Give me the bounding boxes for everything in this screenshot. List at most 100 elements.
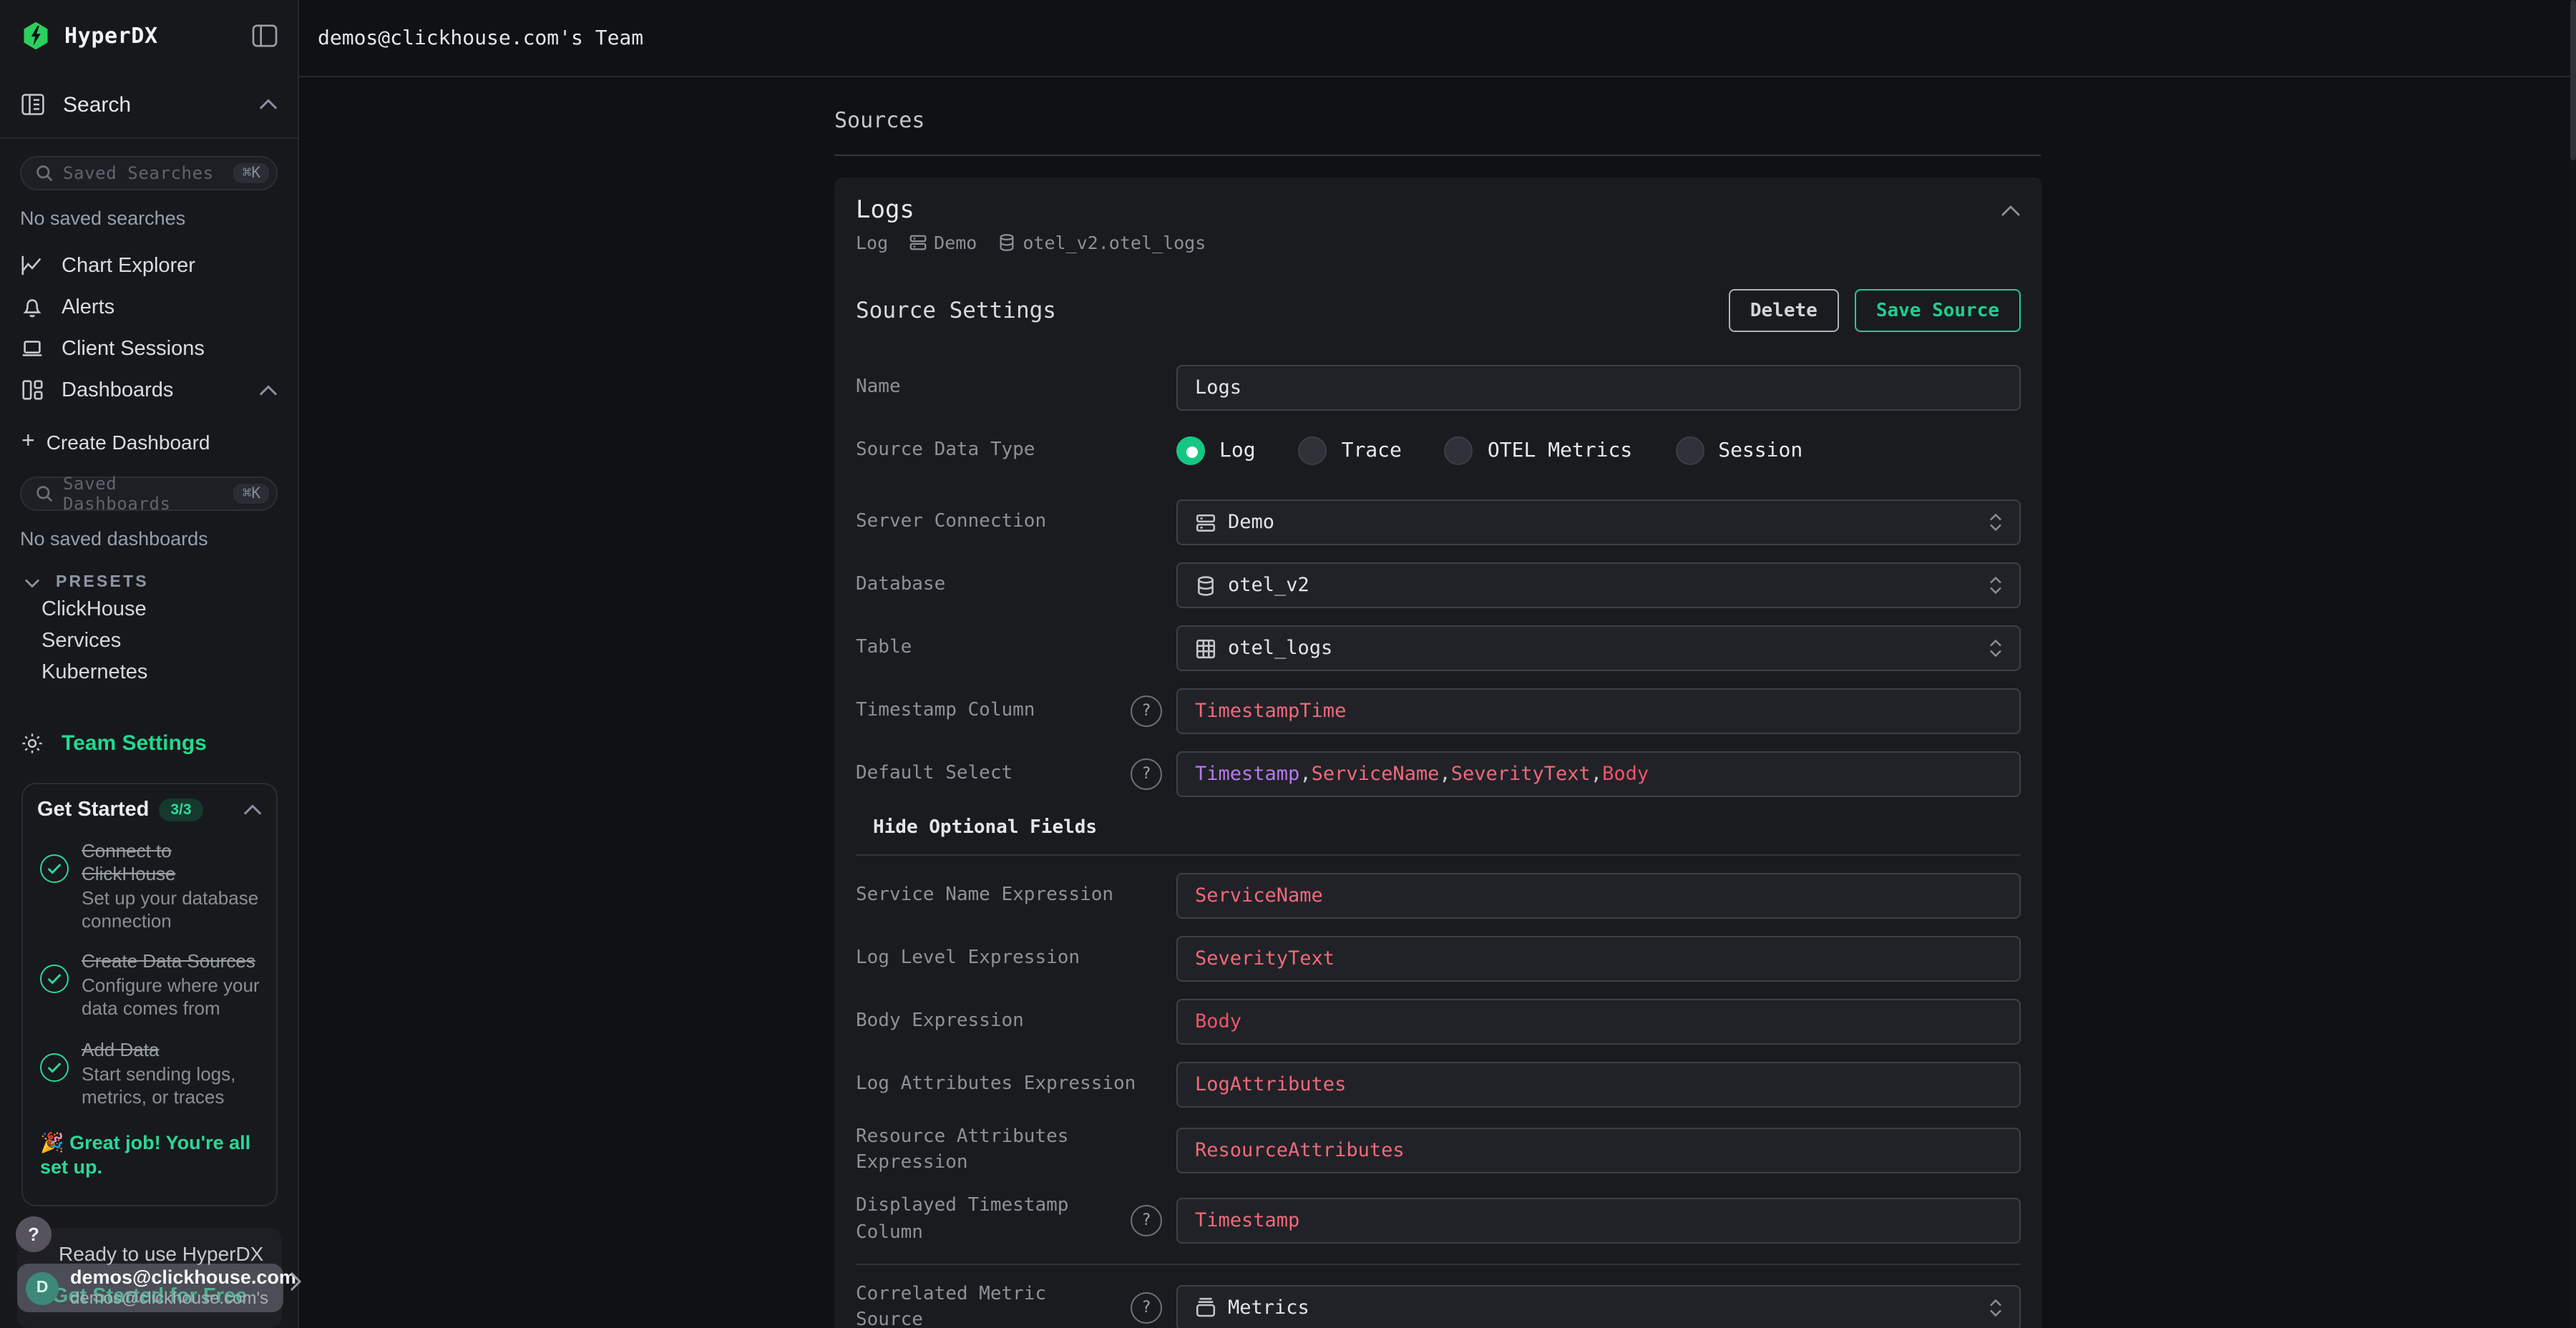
field-label: Body Expression	[856, 1009, 1162, 1035]
table-icon	[1195, 638, 1216, 659]
timestamp-column-input[interactable]: TimestampTime	[1176, 688, 2021, 734]
correlated-metric-select[interactable]: Metrics	[1176, 1285, 2021, 1328]
saved-dashboards-input[interactable]: Saved Dashboards ⌘K	[20, 477, 278, 511]
source-settings-heading: Source Settings	[856, 298, 1729, 323]
form-row-timestamp-column: Timestamp Column ? TimestampTime	[856, 688, 2021, 734]
step-description: Set up your database connection	[82, 887, 262, 932]
get-started-card: Get Started 3/3 Connect to ClickHouse Se…	[21, 783, 278, 1206]
form-row-service-name: Service Name Expression ServiceName	[856, 873, 2021, 919]
preset-item-kubernetes[interactable]: Kubernetes	[0, 657, 298, 688]
get-started-step-add-data[interactable]: Add Data Start sending logs, metrics, or…	[37, 1039, 262, 1108]
save-source-button[interactable]: Save Source	[1855, 289, 2021, 332]
sidebar-item-label: Alerts	[62, 296, 278, 318]
field-label: Server Connection	[856, 509, 1162, 535]
displayed-timestamp-input[interactable]: Timestamp	[1176, 1197, 2021, 1243]
form-row-default-select: Default Select ? Timestamp,ServiceName,S…	[856, 751, 2021, 797]
step-title: Add Data	[82, 1039, 262, 1062]
default-select-input[interactable]: Timestamp,ServiceName,SeverityText,Body	[1176, 751, 2021, 797]
radio-session[interactable]: Session	[1675, 436, 1802, 465]
log-attributes-input[interactable]: LogAttributes	[1176, 1062, 2021, 1108]
user-team: demos@clickhouse.com's	[70, 1289, 296, 1309]
sidebar-item-label: Client Sessions	[62, 337, 278, 360]
sidebar-item-label: Search	[63, 92, 242, 117]
collapse-sidebar-icon[interactable]	[252, 24, 278, 47]
log-level-input[interactable]: SeverityText	[1176, 936, 2021, 982]
sidebar-item-client-sessions[interactable]: Client Sessions	[0, 328, 298, 369]
saved-searches-input[interactable]: Saved Searches ⌘K	[20, 156, 278, 190]
database-select[interactable]: otel_v2	[1176, 562, 2021, 608]
gear-icon	[20, 731, 44, 755]
field-label: Name	[856, 375, 1162, 401]
form-row-server-connection: Server Connection Demo	[856, 499, 2021, 545]
body-expression-input[interactable]: Body	[1176, 999, 2021, 1045]
field-label: Displayed Timestamp Column	[856, 1194, 1131, 1246]
sidebar-item-alerts[interactable]: Alerts	[0, 286, 298, 328]
collapse-panel-chevron-icon[interactable]	[2001, 204, 2021, 217]
help-icon[interactable]: ?	[1131, 758, 1162, 790]
laptop-icon	[20, 336, 44, 361]
check-circle-icon	[40, 965, 69, 994]
help-icon[interactable]: ?	[1131, 1204, 1162, 1236]
select-chevrons-icon	[1989, 575, 2002, 595]
scrollbar-thumb[interactable]	[2570, 0, 2576, 160]
step-title: Connect to ClickHouse	[82, 840, 262, 885]
chevron-right-icon[interactable]	[289, 1271, 302, 1292]
sidebar-item-chart-explorer[interactable]: Chart Explorer	[0, 245, 298, 286]
no-saved-searches-text: No saved searches	[20, 208, 298, 233]
preset-item-services[interactable]: Services	[0, 625, 298, 657]
radio-selected-icon	[1176, 436, 1205, 465]
presets-toggle[interactable]: PRESETS	[0, 571, 298, 594]
help-button[interactable]: ?	[16, 1216, 52, 1252]
field-label: Default Select	[856, 761, 1131, 787]
shortcut-badge: ⌘K	[234, 484, 269, 504]
chevron-up-icon[interactable]	[259, 384, 278, 396]
onboarding-popover-title: Ready to use HyperDX	[17, 1228, 282, 1265]
name-input[interactable]: Logs	[1176, 365, 2021, 411]
resource-attributes-input[interactable]: ResourceAttributes	[1176, 1128, 2021, 1173]
help-icon[interactable]: ?	[1131, 695, 1162, 727]
dashboards-icon	[20, 378, 44, 402]
server-connection-select[interactable]: Demo	[1176, 499, 2021, 545]
get-started-complete-message: 🎉 Great job! You're all set up.	[37, 1130, 262, 1180]
presets-label: PRESETS	[56, 574, 149, 591]
get-started-step-connect[interactable]: Connect to ClickHouse Set up your databa…	[37, 840, 262, 932]
logo-row: HyperDX	[0, 0, 298, 72]
table-select[interactable]: otel_logs	[1176, 625, 2021, 671]
radio-trace[interactable]: Trace	[1299, 436, 1402, 465]
sidebar-item-search[interactable]: Search	[0, 72, 298, 139]
shortcut-badge: ⌘K	[234, 163, 269, 184]
scrollbar[interactable]	[2570, 0, 2576, 1328]
radio-otel-metrics[interactable]: OTEL Metrics	[1445, 436, 1632, 465]
database-icon	[997, 233, 1015, 251]
select-chevrons-icon	[1989, 638, 2002, 658]
preset-item-clickhouse[interactable]: ClickHouse	[0, 594, 298, 625]
chevron-up-icon[interactable]	[243, 804, 262, 816]
source-panel: Logs Log Demo otel_v2.otel_logs Source S…	[834, 177, 2042, 1328]
divider	[856, 854, 2021, 856]
hide-optional-fields-toggle[interactable]: Hide Optional Fields	[873, 817, 2021, 843]
get-started-step-sources[interactable]: Create Data Sources Configure where your…	[37, 951, 262, 1020]
team-settings-label: Team Settings	[62, 731, 207, 755]
sidebar-item-team-settings[interactable]: Team Settings	[0, 726, 298, 760]
radio-icon	[1675, 436, 1704, 465]
chevron-up-icon[interactable]	[259, 99, 278, 110]
sidebar-item-dashboards[interactable]: Dashboards	[0, 369, 298, 411]
form-row-displayed-timestamp: Displayed Timestamp Column ? Timestamp	[856, 1194, 2021, 1246]
divider	[856, 1264, 2021, 1265]
check-circle-icon	[40, 1053, 69, 1082]
radio-log[interactable]: Log	[1176, 436, 1256, 465]
saved-searches-placeholder: Saved Searches	[63, 163, 224, 183]
connection-tag: Demo	[908, 231, 977, 253]
help-icon[interactable]: ?	[1131, 1292, 1162, 1324]
form-row-table: Table otel_logs	[856, 625, 2021, 671]
create-dashboard-label: Create Dashboard	[47, 431, 210, 454]
form-row-log-level: Log Level Expression SeverityText	[856, 936, 2021, 982]
search-icon	[36, 165, 53, 182]
service-name-input[interactable]: ServiceName	[1176, 873, 2021, 919]
bell-icon	[20, 295, 44, 319]
step-description: Start sending logs, metrics, or traces	[82, 1063, 262, 1108]
user-menu[interactable]: D demos@clickhouse.com demos@clickhouse.…	[17, 1264, 283, 1312]
delete-button[interactable]: Delete	[1729, 289, 1839, 332]
source-type-tag: Log	[856, 231, 888, 253]
create-dashboard-button[interactable]: + Create Dashboard	[0, 425, 298, 459]
